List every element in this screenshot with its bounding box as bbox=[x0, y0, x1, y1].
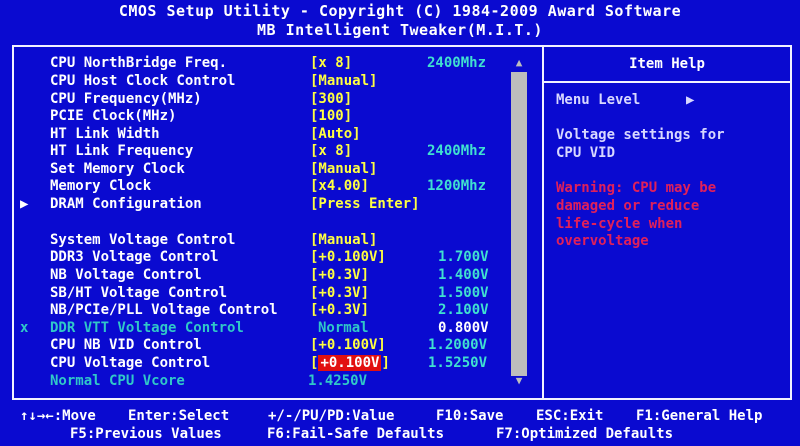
help-desc-line: Voltage settings for bbox=[556, 127, 725, 143]
setting-value[interactable]: [300] bbox=[310, 91, 352, 107]
setting-value[interactable]: [100] bbox=[310, 108, 352, 124]
footer-general-help: F1:General Help bbox=[636, 408, 763, 424]
menu-level-arrow-icon: ▶ bbox=[686, 92, 695, 108]
setting-info: 1200Mhz bbox=[427, 178, 487, 194]
setting-value[interactable]: [Auto] bbox=[310, 126, 361, 142]
footer-optimized-defaults: F7:Optimized Defaults bbox=[496, 426, 674, 442]
scrollbar[interactable] bbox=[511, 72, 527, 376]
help-desc-line: CPU VID bbox=[556, 145, 616, 161]
setting-info: 1.700V bbox=[438, 249, 489, 265]
selected-highlight: +0.100V bbox=[318, 355, 382, 371]
menu-level-label: Menu Level bbox=[556, 92, 641, 108]
setting-value[interactable]: [x4.00] bbox=[310, 178, 369, 194]
setting-value: Normal bbox=[318, 320, 369, 336]
setting-label: Memory Clock bbox=[50, 178, 152, 194]
footer-exit: ESC:Exit bbox=[536, 408, 604, 424]
setting-label: NB/PCIe/PLL Voltage Control bbox=[50, 302, 278, 318]
setting-label: Normal CPU Vcore bbox=[50, 373, 185, 389]
footer-previous-values: F5:Previous Values bbox=[70, 426, 222, 442]
setting-value[interactable]: [Press Enter] bbox=[310, 196, 420, 212]
footer-save: F10:Save bbox=[436, 408, 504, 424]
warning-line: overvoltage bbox=[556, 233, 649, 249]
warning-line: Warning: CPU may be bbox=[556, 180, 717, 196]
warning-line: damaged or reduce bbox=[556, 198, 700, 214]
setting-label: SB/HT Voltage Control bbox=[50, 285, 228, 301]
setting-value[interactable]: [+0.3V] bbox=[310, 285, 369, 301]
setting-value[interactable]: [+0.100V] bbox=[310, 249, 386, 265]
setting-info: 1.2000V bbox=[428, 337, 488, 353]
footer-move: ↑↓→←:Move bbox=[20, 408, 96, 424]
setting-value[interactable]: [x 8] bbox=[310, 143, 352, 159]
setting-value[interactable]: [Manual] bbox=[310, 161, 377, 177]
footer-select: Enter:Select bbox=[128, 408, 230, 424]
setting-value[interactable]: [Manual] bbox=[310, 232, 377, 248]
setting-label: NB Voltage Control bbox=[50, 267, 202, 283]
setting-value[interactable]: [Manual] bbox=[310, 73, 377, 89]
setting-label: CPU Voltage Control bbox=[50, 355, 211, 371]
setting-label: DRAM Configuration bbox=[50, 196, 202, 212]
setting-info: 2400Mhz bbox=[427, 143, 487, 159]
setting-label: CPU Frequency(MHz) bbox=[50, 91, 202, 107]
setting-value[interactable]: [+0.100V] bbox=[310, 337, 386, 353]
setting-info: 2400Mhz bbox=[427, 55, 487, 71]
scroll-down-icon[interactable]: ▼ bbox=[512, 374, 526, 387]
setting-value[interactable]: [+0.3V] bbox=[310, 267, 369, 283]
setting-info: 1.400V bbox=[438, 267, 489, 283]
setting-value[interactable]: [x 8] bbox=[310, 55, 352, 71]
setting-label: CPU Host Clock Control bbox=[50, 73, 236, 89]
setting-value: 1.4250V bbox=[308, 373, 368, 389]
setting-label: System Voltage Control bbox=[50, 232, 236, 248]
setting-info: 0.800V bbox=[438, 320, 489, 336]
footer-value: +/-/PU/PD:Value bbox=[268, 408, 395, 424]
selected-value[interactable]: [+0.100V] bbox=[310, 355, 390, 371]
setting-label: DDR VTT Voltage Control bbox=[50, 320, 244, 336]
help-title: Item Help bbox=[542, 45, 792, 83]
setting-info: 1.500V bbox=[438, 285, 489, 301]
setting-label: Set Memory Clock bbox=[50, 161, 185, 177]
setting-label: DDR3 Voltage Control bbox=[50, 249, 219, 265]
setting-value[interactable]: [+0.3V] bbox=[310, 302, 369, 318]
setting-label: CPU NorthBridge Freq. bbox=[50, 55, 228, 71]
setting-label: HT Link Frequency bbox=[50, 143, 194, 159]
footer-failsafe-defaults: F6:Fail-Safe Defaults bbox=[267, 426, 445, 442]
warning-line: life-cycle when bbox=[556, 216, 683, 232]
setting-info: 2.100V bbox=[438, 302, 489, 318]
submenu-arrow-icon: ▶ bbox=[20, 196, 29, 212]
setting-info: 1.5250V bbox=[428, 355, 488, 371]
setting-label: CPU NB VID Control bbox=[50, 337, 202, 353]
page-title: MB Intelligent Tweaker(M.I.T.) bbox=[257, 21, 543, 39]
scroll-up-icon[interactable]: ▲ bbox=[512, 56, 526, 69]
setting-label: HT Link Width bbox=[50, 126, 160, 142]
window-title: CMOS Setup Utility - Copyright (C) 1984-… bbox=[118, 2, 682, 20]
disabled-marker: x bbox=[20, 320, 29, 336]
setting-label: PCIE Clock(MHz) bbox=[50, 108, 177, 124]
